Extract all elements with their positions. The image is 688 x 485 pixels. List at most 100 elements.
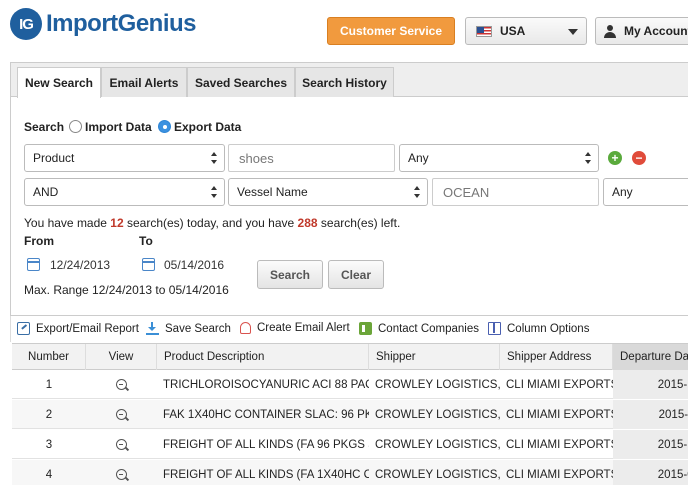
match-select-1[interactable]: Any xyxy=(399,144,599,172)
remove-row-button[interactable]: − xyxy=(632,151,646,165)
column-header-view[interactable]: View xyxy=(86,344,157,370)
clear-button[interactable]: Clear xyxy=(328,260,384,289)
column-options-button[interactable]: Column Options xyxy=(488,322,589,335)
export-email-report-button[interactable]: Export/Email Report xyxy=(17,322,139,335)
operator-select-2-value: AND xyxy=(33,185,59,199)
zoom-in-icon[interactable] xyxy=(116,409,127,420)
create-email-alert-button[interactable]: Create Email Alert xyxy=(240,322,350,334)
top-header: IG ImportGenius Customer Service USA My … xyxy=(0,0,688,62)
add-row-button[interactable]: + xyxy=(608,151,622,165)
results-toolbar: Export/Email Report Save Search Create E… xyxy=(10,316,688,342)
view-cell[interactable] xyxy=(86,430,157,459)
bell-icon xyxy=(240,322,251,334)
field-select-1[interactable]: Product xyxy=(24,144,225,172)
select-arrows-icon xyxy=(585,152,592,164)
save-search-button[interactable]: Save Search xyxy=(146,322,231,335)
shipper-cell: CROWLEY LOGISTICS, INC xyxy=(375,378,500,391)
select-arrows-icon xyxy=(211,152,218,164)
match-select-2[interactable]: Any xyxy=(603,178,688,206)
view-cell[interactable] xyxy=(86,370,157,399)
column-header-number[interactable]: Number xyxy=(12,344,86,370)
product-description-cell: FREIGHT OF ALL KINDS (FA 96 PKGS SLAC xyxy=(163,438,369,451)
contact-companies-button[interactable]: Contact Companies xyxy=(359,322,479,335)
tab-email-alerts[interactable]: Email Alerts xyxy=(101,67,187,97)
count-mid: search(es) today, and you have xyxy=(123,216,298,230)
shipper-address-cell: CLI MIAMI EXPORTS xyxy=(506,378,613,391)
product-description-cell: TRICHLOROISOCYANURIC ACI 88 PACK xyxy=(163,378,369,391)
view-cell[interactable] xyxy=(86,460,157,485)
zoom-in-icon[interactable] xyxy=(116,439,127,450)
operator-select-2[interactable]: AND xyxy=(24,178,225,206)
departure-date-cell: 2015-12 xyxy=(613,370,688,399)
row-number: 4 xyxy=(45,468,53,481)
row-number: 2 xyxy=(45,408,53,421)
search-term-input-2[interactable]: OCEAN xyxy=(432,178,599,206)
search-button[interactable]: Search xyxy=(257,260,323,289)
tab-bar: New Search Email Alerts Saved Searches S… xyxy=(11,63,688,98)
shipper-cell: CROWLEY LOGISTICS, INC xyxy=(375,468,500,481)
tab-saved-searches[interactable]: Saved Searches xyxy=(187,67,295,97)
column-header-departure-date[interactable]: Departure Date xyxy=(613,344,688,370)
country-value: USA xyxy=(500,24,526,38)
product-description-cell: FAK 1X40HC CONTAINER SLAC: 96 PKGS xyxy=(163,408,369,421)
contact-book-icon xyxy=(359,322,372,335)
search-label: Search xyxy=(24,120,65,134)
us-flag-icon xyxy=(476,25,492,37)
departure-date-cell: 2015-07 xyxy=(613,460,688,485)
view-cell[interactable] xyxy=(86,400,157,429)
shipper-address-cell: CLI MIAMI EXPORTS xyxy=(506,408,613,421)
zoom-in-icon[interactable] xyxy=(116,469,127,480)
column-header-product-description[interactable]: Product Description xyxy=(157,344,369,370)
match-select-1-value: Any xyxy=(408,151,429,165)
shipper-address-cell: CLI MIAMI EXPORTS xyxy=(506,468,613,481)
table-row[interactable]: 4 FREIGHT OF ALL KINDS (FA 1X40HC CONT C… xyxy=(12,460,688,485)
field-select-2[interactable]: Vessel Name xyxy=(228,178,428,206)
import-data-label[interactable]: Import Data xyxy=(85,120,152,134)
tab-new-search[interactable]: New Search xyxy=(17,67,101,98)
row-number: 1 xyxy=(45,378,53,391)
calendar-icon[interactable] xyxy=(27,258,40,271)
departure-date-cell: 2015-10 xyxy=(613,430,688,459)
email-alert-label: Create Email Alert xyxy=(257,322,350,334)
column-options-label: Column Options xyxy=(507,322,590,335)
match-select-2-value: Any xyxy=(612,185,633,199)
export-data-label[interactable]: Export Data xyxy=(174,120,241,134)
from-date-field[interactable]: 12/24/2013 xyxy=(50,258,110,272)
column-header-shipper-address[interactable]: Shipper Address xyxy=(500,344,613,370)
logo-badge: IG xyxy=(10,8,42,40)
contact-companies-label: Contact Companies xyxy=(378,322,479,335)
country-select[interactable]: USA xyxy=(465,17,587,45)
shipper-address-cell: CLI MIAMI EXPORTS xyxy=(506,438,613,451)
my-account-label: My Account xyxy=(624,24,688,38)
results-table: Number View Product Description Shipper … xyxy=(12,343,688,485)
zoom-in-icon[interactable] xyxy=(116,379,127,390)
max-range-text: Max. Range 12/24/2013 to 05/14/2016 xyxy=(24,283,229,297)
table-row[interactable]: 3 FREIGHT OF ALL KINDS (FA 96 PKGS SLAC … xyxy=(12,430,688,459)
export-data-radio[interactable] xyxy=(158,120,171,133)
column-header-shipper[interactable]: Shipper xyxy=(369,344,500,370)
to-date-field[interactable]: 05/14/2016 xyxy=(164,258,224,272)
table-row[interactable]: 2 FAK 1X40HC CONTAINER SLAC: 96 PKGS CRO… xyxy=(12,400,688,429)
save-search-label: Save Search xyxy=(165,322,231,335)
count-suffix: search(es) left. xyxy=(317,216,401,230)
customer-service-button[interactable]: Customer Service xyxy=(327,17,455,45)
shipper-cell: CROWLEY LOGISTICS, INC xyxy=(375,438,500,451)
logo-text: ImportGenius xyxy=(46,10,197,37)
download-icon xyxy=(146,322,159,335)
shipper-cell: CROWLEY LOGISTICS, INC xyxy=(375,408,500,421)
search-term-input-1[interactable]: shoes xyxy=(228,144,395,172)
tab-search-history[interactable]: Search History xyxy=(295,67,394,97)
searches-left-count: 288 xyxy=(297,216,318,230)
departure-date-cell: 2015-11 xyxy=(613,400,688,429)
table-row[interactable]: 1 TRICHLOROISOCYANURIC ACI 88 PACK CROWL… xyxy=(12,370,688,399)
import-data-radio[interactable] xyxy=(69,120,82,133)
searches-made-count: 12 xyxy=(110,216,124,230)
from-label: From xyxy=(24,234,54,248)
logo[interactable]: IG ImportGenius xyxy=(10,8,197,40)
calendar-icon[interactable] xyxy=(142,258,155,271)
row-number: 3 xyxy=(45,438,53,451)
to-label: To xyxy=(139,234,153,248)
select-arrows-icon xyxy=(211,186,218,198)
my-account-button[interactable]: My Account xyxy=(595,17,688,45)
columns-icon xyxy=(488,322,501,335)
